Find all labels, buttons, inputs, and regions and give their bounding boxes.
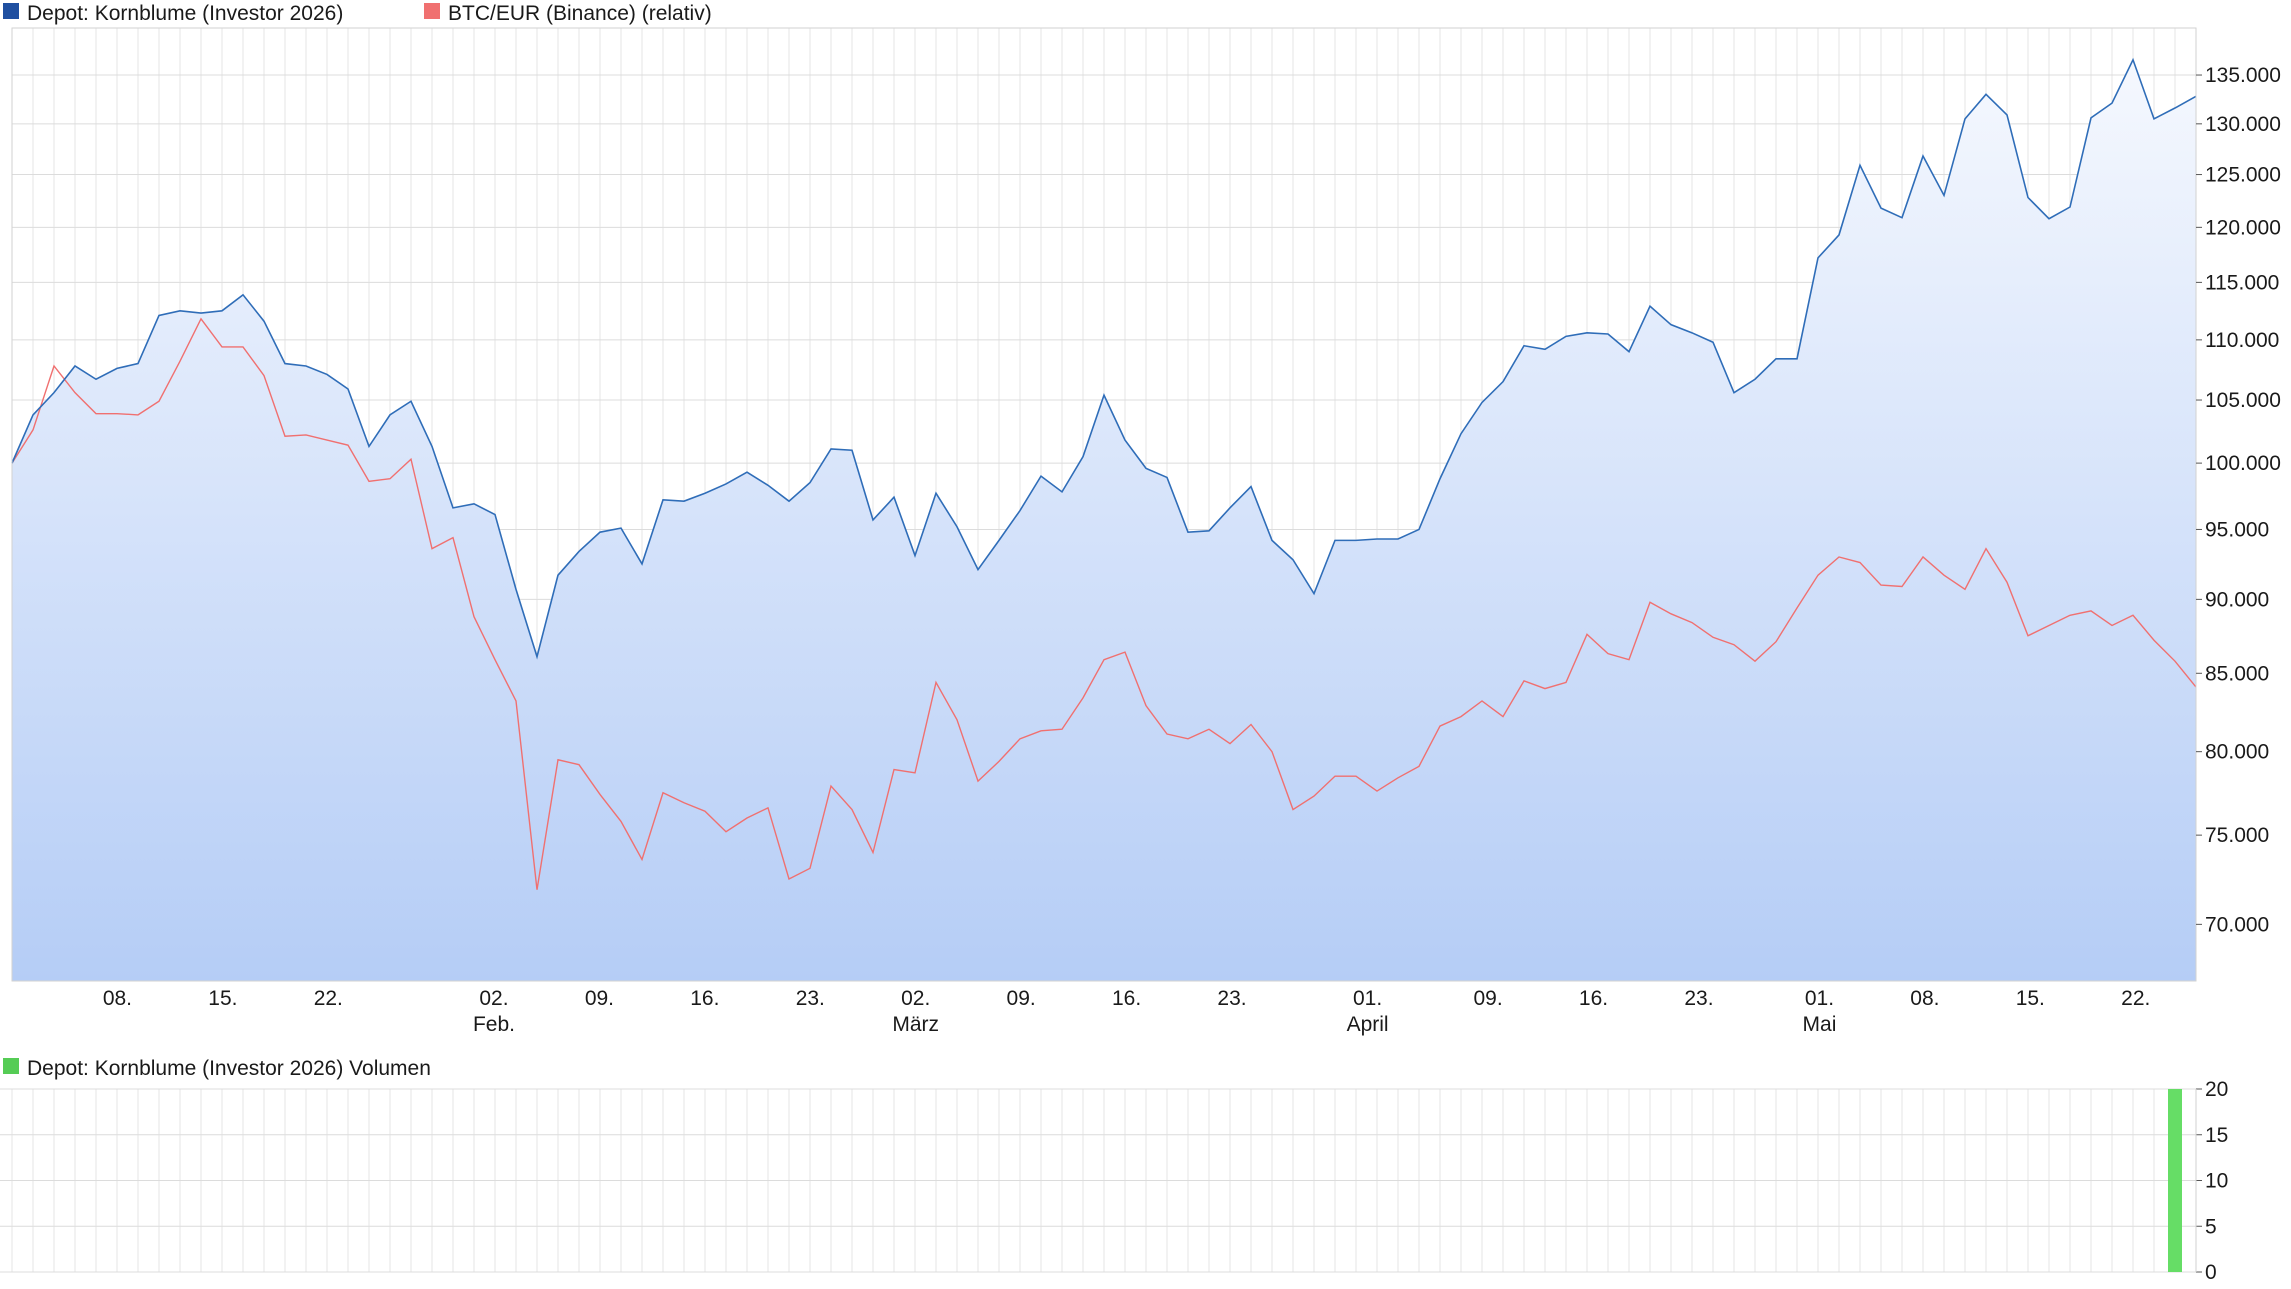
x-tick-label: 08. [1910, 987, 1939, 1010]
main-y-axis: 70.000 75.000 80.000 85.000 90.000 95.000 100.… [2196, 64, 2281, 936]
volume-y-tick-label: 0 [2205, 1261, 2217, 1284]
x-tick-month: März [892, 1013, 939, 1036]
chart-canvas: Depot: Kornblume (Investor 2026) BTC/EUR… [0, 2, 2281, 1284]
x-tick-label: 15. [208, 987, 237, 1010]
x-tick-month: Mai [1803, 1013, 1837, 1036]
volume-y-tick-label: 20 [2205, 1078, 2228, 1101]
x-tick-label: 15. [2016, 987, 2045, 1010]
x-tick-month: Feb. [473, 1013, 515, 1036]
x-tick-label: 16. [690, 987, 719, 1010]
legend-label-volume: Depot: Kornblume (Investor 2026) Volumen [27, 1057, 431, 1080]
volume-y-axis: 0 5 10 15 20 [2195, 1078, 2228, 1284]
x-tick-label: 08. [103, 987, 132, 1010]
x-tick-label: 01. [1353, 987, 1382, 1010]
main-x-axis: 08. 15. 22. 02. Feb. 09. 16. 23. 02. März 09. 16. 23… [103, 987, 2151, 1036]
y-tick-label: 125.000 [2205, 164, 2281, 187]
legend-label-btc: BTC/EUR (Binance) (relativ) [448, 2, 712, 25]
y-tick-label: 80.000 [2205, 741, 2269, 764]
y-tick-label: 70.000 [2205, 913, 2269, 936]
x-tick-label: 23. [1217, 987, 1246, 1010]
x-tick-label: 01. [1805, 987, 1834, 1010]
legend-swatch-volume [3, 1058, 19, 1074]
x-tick-label: 02. [479, 987, 508, 1010]
x-tick-month: April [1347, 1013, 1389, 1036]
x-tick-label: 16. [1112, 987, 1141, 1010]
y-tick-label: 95.000 [2205, 518, 2269, 541]
volume-plot: 0 5 10 15 20 [0, 1078, 2228, 1284]
y-tick-label: 120.000 [2205, 216, 2281, 239]
x-tick-label: 22. [2121, 987, 2150, 1010]
y-tick-label: 85.000 [2205, 662, 2269, 685]
main-plot: 70.000 75.000 80.000 85.000 90.000 95.000 100.… [11, 27, 2281, 1036]
legend-label-depot: Depot: Kornblume (Investor 2026) [27, 2, 343, 25]
y-tick-label: 100.000 [2205, 452, 2281, 475]
x-tick-label: 23. [1684, 987, 1713, 1010]
x-tick-label: 22. [314, 987, 343, 1010]
volume-y-tick-label: 10 [2205, 1170, 2228, 1193]
volume-bars [2168, 1089, 2182, 1272]
y-tick-label: 110.000 [2205, 329, 2279, 352]
x-tick-label: 09. [585, 987, 614, 1010]
y-tick-label: 75.000 [2205, 824, 2269, 847]
x-tick-label: 23. [796, 987, 825, 1010]
main-legend: Depot: Kornblume (Investor 2026) BTC/EUR… [3, 2, 712, 25]
x-tick-label: 16. [1579, 987, 1608, 1010]
volume-y-tick-label: 15 [2205, 1124, 2228, 1147]
volume-bar [2168, 1089, 2182, 1272]
y-tick-label: 105.000 [2205, 389, 2281, 412]
x-tick-label: 09. [1473, 987, 1502, 1010]
y-tick-label: 115.000 [2205, 271, 2279, 294]
y-tick-label: 135.000 [2205, 64, 2281, 87]
y-tick-label: 130.000 [2205, 113, 2281, 136]
volume-gridlines [0, 1088, 2197, 1273]
legend-swatch-btc [424, 3, 440, 19]
x-tick-label: 09. [1007, 987, 1036, 1010]
volume-legend: Depot: Kornblume (Investor 2026) Volumen [3, 1057, 431, 1080]
volume-y-tick-label: 5 [2205, 1215, 2217, 1238]
legend-swatch-depot [3, 3, 19, 19]
x-tick-label: 02. [901, 987, 930, 1010]
y-tick-label: 90.000 [2205, 588, 2269, 611]
